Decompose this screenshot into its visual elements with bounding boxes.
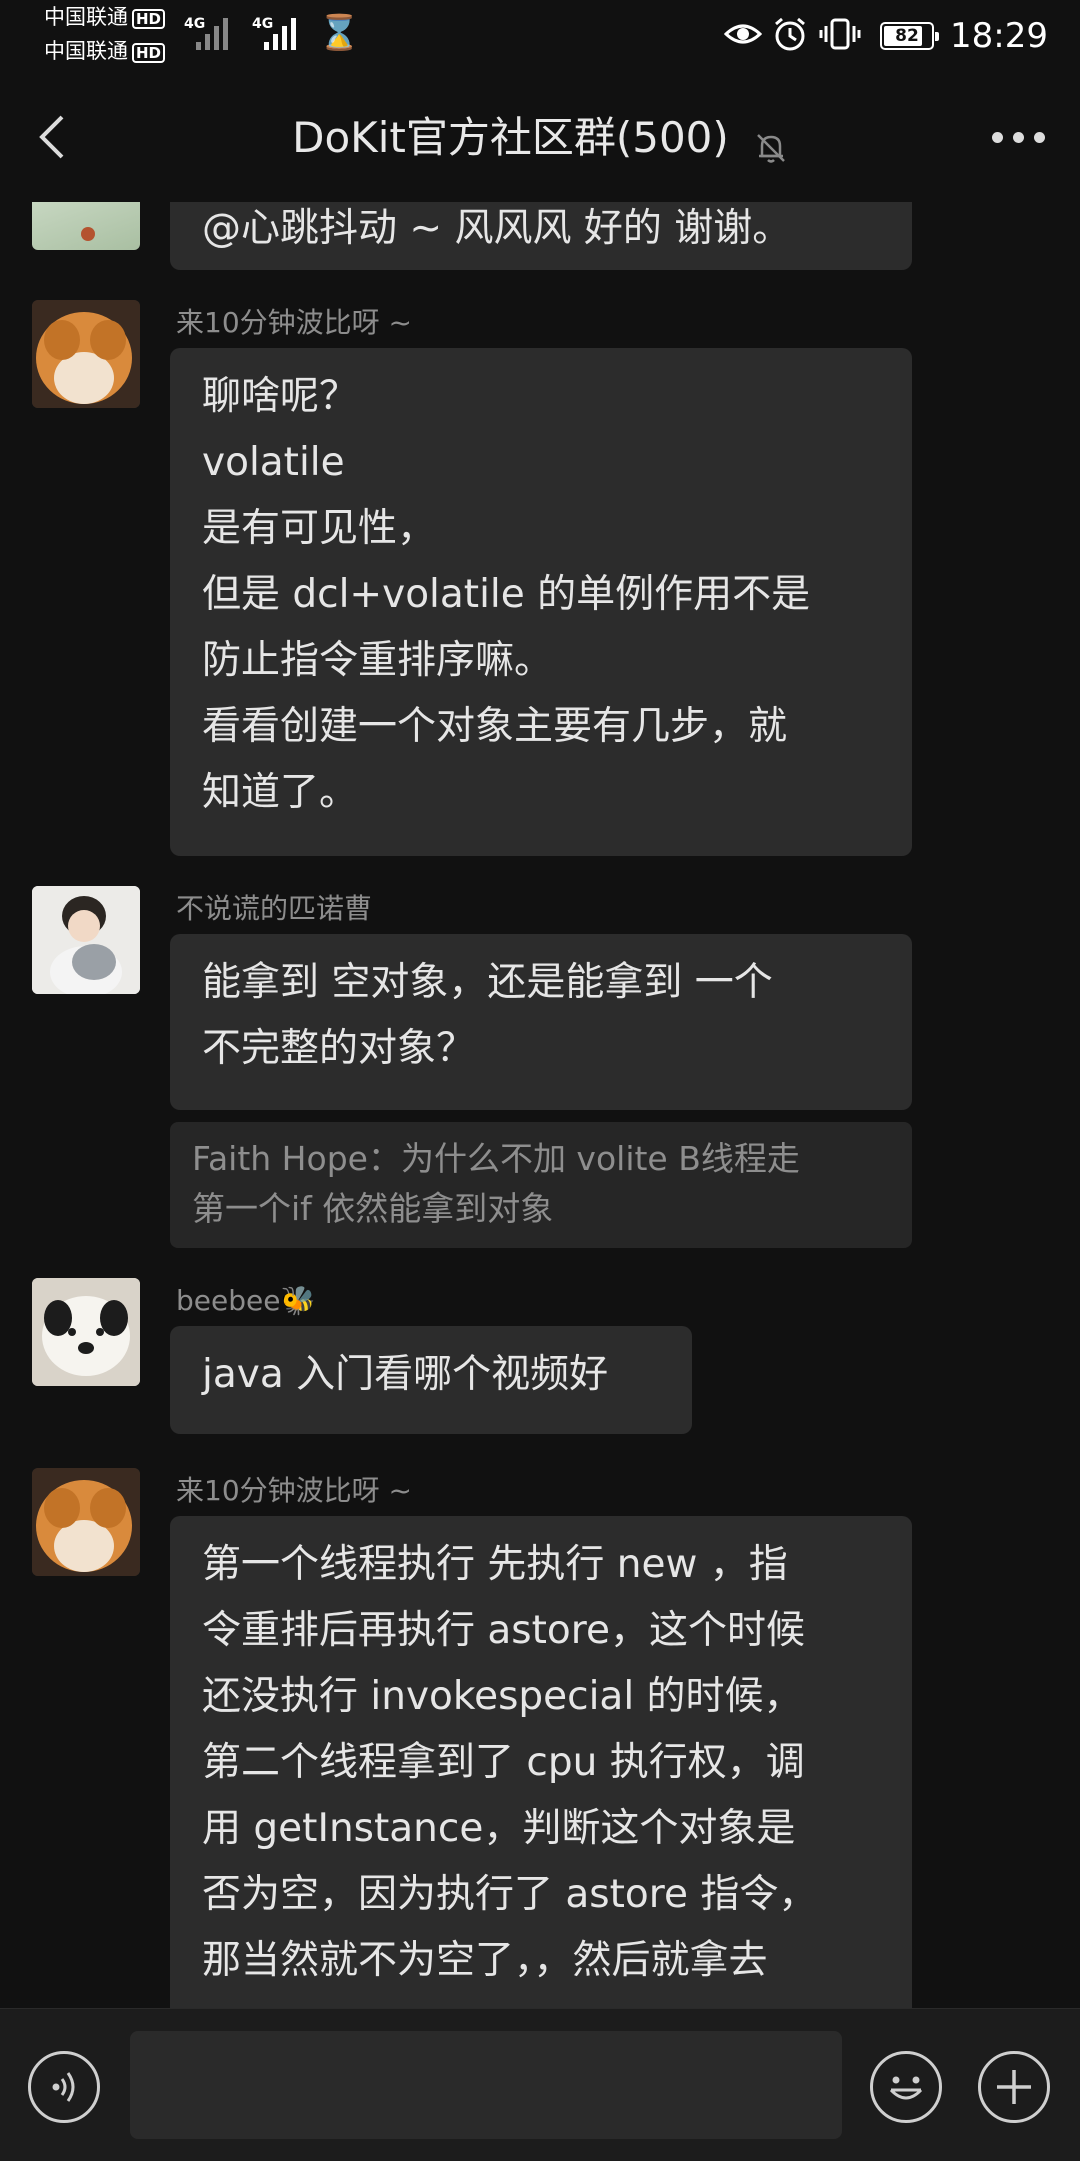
carrier-name-2: 中国联通: [44, 39, 128, 63]
sender-name: 来10分钟波比呀 ~: [176, 306, 412, 339]
message-bubble[interactable]: 能拿到 空对象，还是能拿到 一个 不完整的对象？: [170, 934, 912, 1110]
message-list[interactable]: @心跳抖动 ~ 风风风 好的 谢谢。 来10分钟波比呀 ~ 聊啥呢？ volat…: [0, 202, 1080, 2008]
avatar[interactable]: [32, 1468, 140, 1576]
message-bubble[interactable]: java 入门看哪个视频好: [170, 1326, 692, 1434]
message-line: 聊啥呢？: [202, 374, 359, 419]
avatar[interactable]: [32, 202, 140, 250]
status-time: 18:29: [950, 16, 1048, 56]
sender-name: beebee🐝: [176, 1284, 316, 1317]
sender-name: 不说谎的匹诺曹: [176, 892, 373, 925]
avatar[interactable]: [32, 300, 140, 408]
message-line: 用 getInstance，判断这个对象是: [202, 1806, 796, 1851]
battery-icon: 82: [880, 22, 939, 50]
quote-line: 第一个if 依然能拿到对象: [192, 1189, 554, 1228]
quoted-message[interactable]: Faith Hope：为什么不加 volite B线程走 第一个if 依然能拿到…: [170, 1122, 912, 1248]
avatar[interactable]: [32, 1278, 140, 1386]
quote-line: Faith Hope：为什么不加 volite B线程走: [192, 1139, 800, 1178]
sender-name: 来10分钟波比呀 ~: [176, 1474, 412, 1507]
hourglass-icon: ⌛: [318, 13, 361, 53]
message-line: 还没执行 invokespecial 的时候，: [202, 1674, 803, 1719]
carrier-name-1: 中国联通: [44, 5, 128, 29]
chat-title: DoKit官方社区群(500): [292, 113, 729, 162]
message-line: 不完整的对象？: [202, 1026, 476, 1071]
message-line: 防止指令重排序嘛。: [202, 638, 554, 683]
message-line: @心跳抖动 ~ 风风风 好的 谢谢。: [202, 206, 792, 251]
input-bar: [0, 2008, 1080, 2161]
bell-off-icon: [754, 131, 788, 165]
message-line: volatile: [202, 440, 345, 485]
signal-2-icon: [264, 14, 306, 50]
emoji-icon[interactable]: [870, 2051, 942, 2123]
hd-badge-1: HD: [132, 9, 166, 29]
more-dots-icon[interactable]: [992, 132, 1046, 144]
message-line: 但是 dcl+volatile 的单例作用不是: [202, 572, 811, 617]
message-line: 否为空，因为执行了 astore 指令，: [202, 1872, 818, 1917]
carrier-label-1: 中国联通 HD: [44, 5, 166, 29]
status-bar: 中国联通 HD 中国联通 HD 4G 4G ⌛ 82 18:29: [0, 0, 1080, 72]
message-input[interactable]: [130, 2031, 842, 2139]
carrier-label-2: 中国联通 HD: [44, 39, 166, 63]
alarm-icon: [772, 16, 808, 59]
message-line: 是有可见性，: [202, 506, 437, 551]
message-line: 第二个线程拿到了 cpu 执行权，调: [202, 1740, 805, 1785]
message-line: 能拿到 空对象，还是能拿到 一个: [202, 960, 773, 1005]
message-line: 那当然就不为空了，，然后就拿去: [202, 1938, 768, 1983]
message-bubble[interactable]: 第一个线程执行 先执行 new ，指 令重排后再执行 astore，这个时候 还…: [170, 1516, 912, 2008]
chat-title-area: DoKit官方社区群(500): [0, 112, 1080, 165]
vibrate-icon: [818, 16, 862, 59]
message-line: 看看创建一个对象主要有几步，就: [202, 704, 788, 749]
signal-1-icon: [196, 14, 238, 50]
battery-level: 82: [895, 26, 919, 46]
eye-icon: [723, 16, 763, 59]
message-line: 第一个线程执行 先执行 new ，指: [202, 1542, 788, 1587]
message-line: 令重排后再执行 astore，这个时候: [202, 1608, 805, 1653]
message-line: java 入门看哪个视频好: [202, 1352, 609, 1397]
message-bubble[interactable]: 聊啥呢？ volatile 是有可见性， 但是 dcl+volatile 的单例…: [170, 348, 912, 856]
chat-header: DoKit官方社区群(500): [0, 72, 1080, 202]
plus-icon[interactable]: [978, 2051, 1050, 2123]
message-bubble[interactable]: @心跳抖动 ~ 风风风 好的 谢谢。: [170, 202, 912, 270]
avatar[interactable]: [32, 886, 140, 994]
message-line: 知道了。: [202, 770, 359, 815]
voice-icon[interactable]: [28, 2051, 100, 2123]
hd-badge-2: HD: [132, 43, 166, 63]
